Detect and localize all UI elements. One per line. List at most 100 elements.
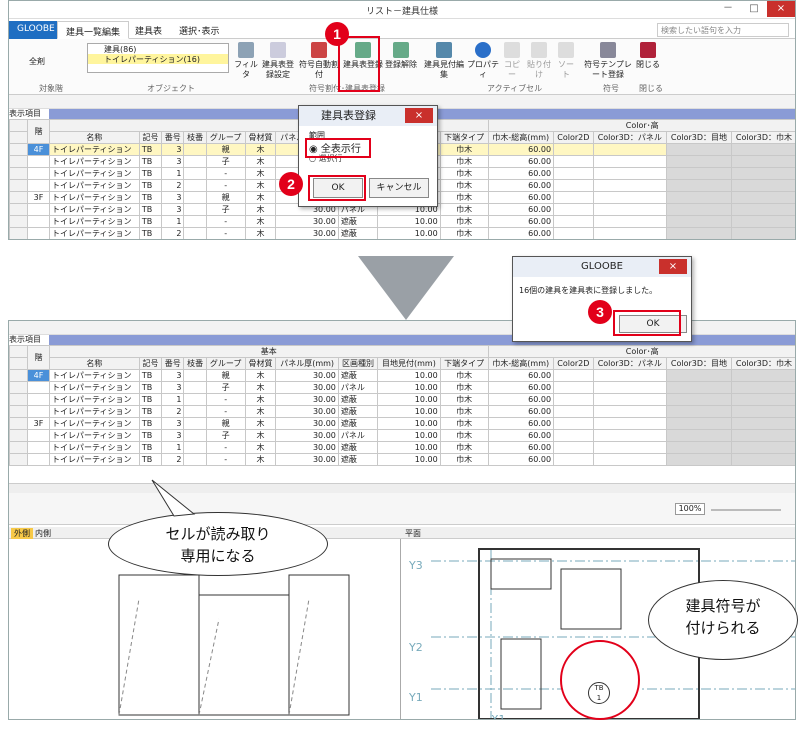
cell-mat[interactable]: 木 — [244, 227, 277, 239]
cell-bottom[interactable]: 巾木 — [439, 191, 489, 204]
cell-sym[interactable]: TB — [138, 179, 163, 192]
row-selector[interactable] — [9, 393, 28, 406]
window-close-button[interactable]: × — [767, 1, 795, 17]
table-row[interactable]: トイレパーティションTB1 -木30.00遮蔽10.00巾木60.00 — [9, 441, 795, 454]
tree-root[interactable]: 建具(86) — [88, 44, 228, 54]
cell-grp[interactable]: 親 — [205, 143, 246, 156]
cell-sub[interactable] — [183, 179, 207, 192]
cell-sym[interactable]: TB — [138, 167, 163, 180]
cell-name[interactable]: トイレパーティション — [49, 227, 140, 239]
row-selector[interactable] — [9, 429, 28, 442]
row-selector[interactable] — [9, 215, 28, 228]
cell-grp[interactable]: 子 — [205, 155, 246, 168]
cell-grp[interactable]: 親 — [205, 191, 246, 204]
property-button[interactable]: プロパティ — [465, 42, 501, 80]
tree-child[interactable]: トイレパーティション(16) — [88, 54, 228, 64]
cell-sub[interactable] — [183, 227, 207, 239]
cell-kind[interactable]: 遮蔽 — [337, 215, 379, 228]
maximize-button[interactable]: □ — [743, 1, 765, 17]
cell-name[interactable]: トイレパーティション — [49, 143, 140, 156]
register-dialog-close-button[interactable]: × — [405, 108, 433, 123]
row-selector[interactable] — [9, 143, 28, 156]
cell-height[interactable]: 60.00 — [487, 143, 555, 156]
cell-panel[interactable]: 30.00 — [275, 215, 339, 228]
cell-mat[interactable]: 木 — [244, 143, 277, 156]
row-selector[interactable] — [9, 369, 28, 382]
cell-mat[interactable]: 木 — [244, 203, 277, 216]
cell-height[interactable]: 60.00 — [487, 203, 555, 216]
copy-button[interactable]: コピー — [501, 42, 523, 80]
cell-mat[interactable]: 木 — [244, 179, 277, 192]
code-template-button[interactable]: 符号テンプレート登録 — [583, 42, 633, 80]
tab-gloobe[interactable]: GLOOBE — [9, 21, 63, 39]
cell-bottom[interactable]: 巾木 — [439, 215, 489, 228]
table-row[interactable]: トイレパーティションTB3 子木30.00パネル10.00巾木60.00 — [9, 381, 795, 394]
cell-sym[interactable]: TB — [138, 203, 163, 216]
cell-name[interactable]: トイレパーティション — [49, 167, 140, 180]
auto-code-button[interactable]: 符号自動割付 — [297, 42, 341, 80]
zoom-slider[interactable] — [711, 509, 781, 511]
row-selector[interactable] — [9, 381, 28, 394]
cell-panel[interactable]: 30.00 — [275, 227, 339, 239]
cell-joint[interactable]: 10.00 — [377, 215, 441, 228]
cell-no[interactable]: 2 — [161, 179, 185, 192]
table-row[interactable]: トイレパーティションTB3 子木30.00パネル10.00巾木60.00 — [9, 429, 795, 442]
sort-button[interactable]: ソート — [555, 42, 577, 80]
tab-outside[interactable]: 外側 — [11, 528, 33, 539]
row-selector[interactable] — [9, 417, 28, 430]
cell-no[interactable]: 3 — [161, 191, 185, 204]
cell-sub[interactable] — [183, 143, 207, 156]
row-selector[interactable] — [9, 167, 28, 180]
cell-grp[interactable]: - — [205, 167, 246, 180]
cell-height[interactable]: 60.00 — [487, 191, 555, 204]
table-row[interactable]: トイレパーティションTB2 -木30.00遮蔽10.00巾木60.00 — [9, 453, 795, 466]
cell-no[interactable]: 3 — [161, 203, 185, 216]
cell-mat[interactable]: 木 — [244, 191, 277, 204]
row-selector[interactable] — [9, 179, 28, 192]
cell-bottom[interactable]: 巾木 — [439, 203, 489, 216]
cell-bottom[interactable]: 巾木 — [439, 155, 489, 168]
cell-mat[interactable]: 木 — [244, 167, 277, 180]
tab-select-view[interactable]: 選択･表示 — [171, 21, 228, 39]
cell-no[interactable]: 3 — [161, 143, 185, 156]
cell-grp[interactable]: - — [205, 227, 246, 239]
estimate-edit-button[interactable]: 建具見付編集 — [423, 42, 465, 80]
cell-sym[interactable]: TB — [138, 143, 163, 156]
cell-no[interactable]: 3 — [161, 155, 185, 168]
row-selector[interactable] — [9, 441, 28, 454]
register-settings-button[interactable]: 建具表登録設定 — [261, 42, 295, 80]
row-selector[interactable] — [9, 155, 28, 168]
register-cancel-button[interactable]: キャンセル — [369, 178, 429, 198]
cell-grp[interactable]: - — [205, 179, 246, 192]
cell-mat[interactable]: 木 — [244, 215, 277, 228]
cell-name[interactable]: トイレパーティション — [49, 203, 140, 216]
tab-table[interactable]: 建具表 — [127, 21, 170, 39]
tab-list-edit[interactable]: 建具一覧編集 — [57, 21, 130, 39]
cell-height[interactable]: 60.00 — [487, 155, 555, 168]
cell-joint[interactable]: 10.00 — [377, 227, 441, 239]
object-tree[interactable]: 建具(86) トイレパーティション(16) — [87, 43, 229, 73]
table-row[interactable]: 4FトイレパーティションTB3 親木30.00遮蔽10.00巾木60.00 — [9, 369, 795, 382]
cell-height[interactable]: 60.00 — [487, 167, 555, 180]
all-floors-button[interactable]: 全剤 — [29, 57, 45, 67]
filter-button[interactable]: フィルタ — [233, 42, 259, 80]
cell-name[interactable]: トイレパーティション — [49, 191, 140, 204]
cell-bottom[interactable]: 巾木 — [439, 167, 489, 180]
unregister-button[interactable]: 登録解除 — [385, 42, 417, 70]
cell-name[interactable]: トイレパーティション — [49, 155, 140, 168]
tab-plan[interactable]: 平面 — [405, 528, 421, 539]
cell-sub[interactable] — [183, 167, 207, 180]
cell-bottom[interactable]: 巾木 — [439, 143, 489, 156]
zoom-level[interactable]: 100% — [675, 503, 705, 515]
table-row[interactable]: トイレパーティションTB1 -木30.00遮蔽10.00巾木60.00 — [9, 215, 795, 228]
cell-height[interactable]: 60.00 — [487, 179, 555, 192]
cell-sym[interactable]: TB — [138, 215, 163, 228]
table-row[interactable]: 3FトイレパーティションTB3 親木30.00遮蔽10.00巾木60.00 — [9, 417, 795, 430]
cell-height[interactable]: 60.00 — [487, 215, 555, 228]
table-row[interactable]: トイレパーティションTB1 -木30.00遮蔽10.00巾木60.00 — [9, 393, 795, 406]
row-selector[interactable] — [9, 405, 28, 418]
cell-bottom[interactable]: 巾木 — [439, 179, 489, 192]
cell-sym[interactable]: TB — [138, 227, 163, 239]
horizontal-scrollbar[interactable] — [9, 483, 795, 493]
cell-sub[interactable] — [183, 191, 207, 204]
